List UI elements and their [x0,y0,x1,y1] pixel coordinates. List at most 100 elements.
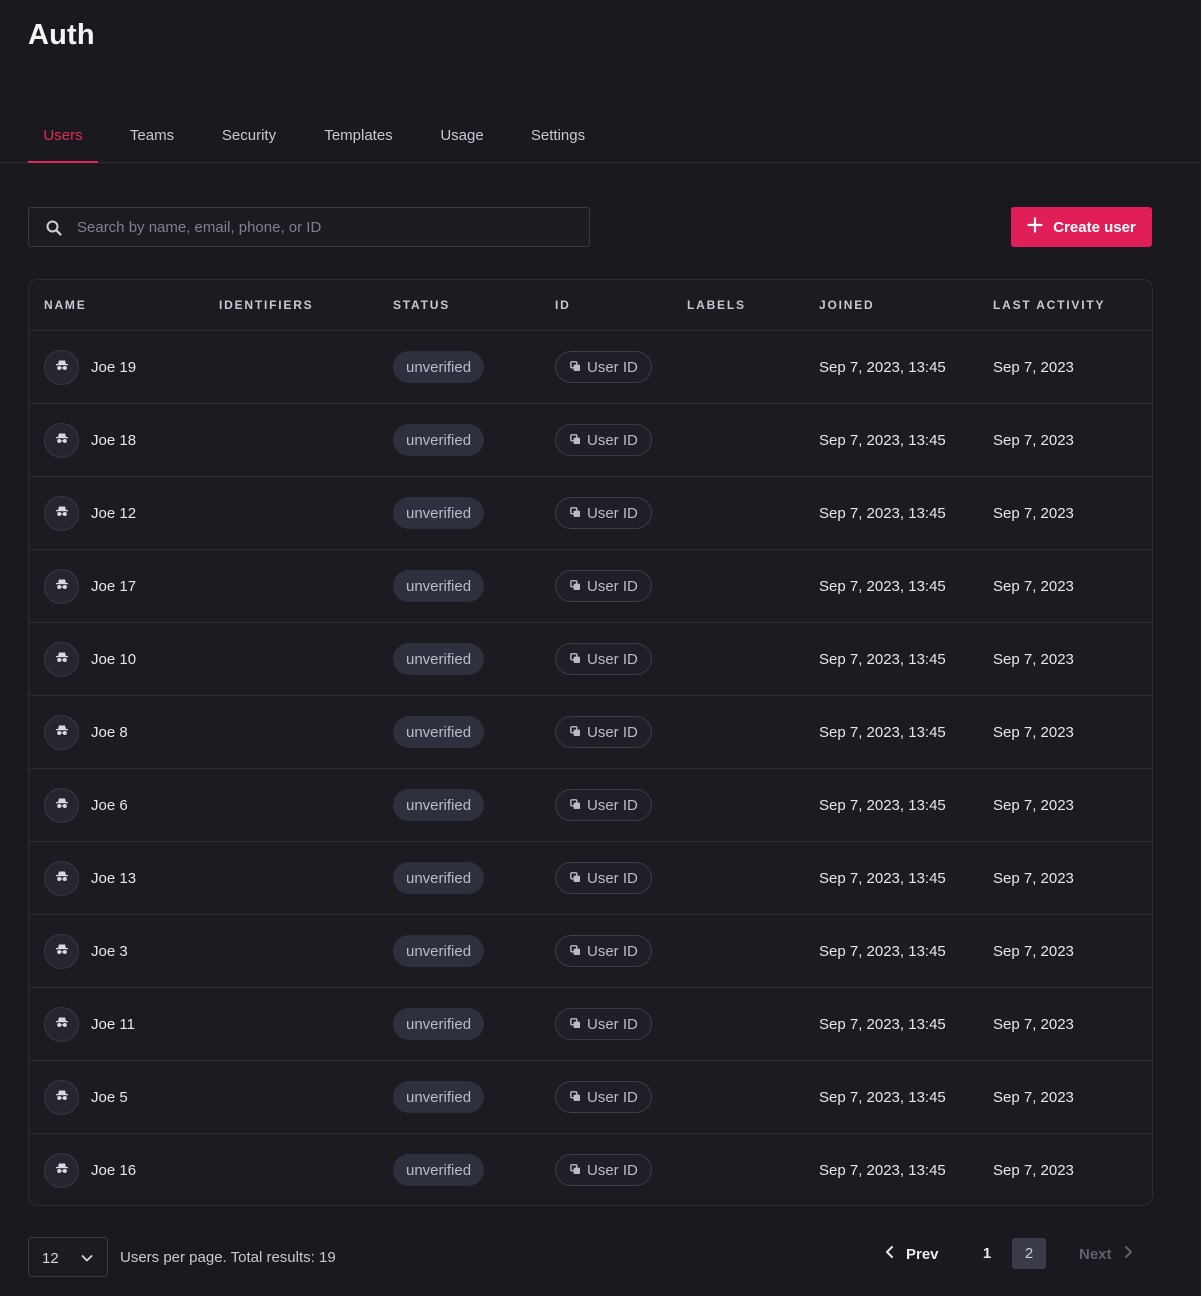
copy-user-id-button[interactable]: User ID [555,497,652,529]
joined-date: Sep 7, 2023, 13:45 [819,1016,946,1033]
copy-icon [570,432,581,449]
last-activity-date: Sep 7, 2023 [993,1016,1074,1033]
column-header-joined: Joined [819,298,875,312]
copy-user-id-button[interactable]: User ID [555,351,652,383]
user-name: Joe 5 [91,1089,128,1106]
avatar [44,569,79,604]
user-id-label: User ID [587,1088,638,1106]
last-activity-date: Sep 7, 2023 [993,432,1074,449]
incognito-icon [55,431,69,450]
table-row[interactable]: Joe 16 unverified User ID Sep 7, 2023, 13:4… [29,1134,1152,1205]
page-button-1[interactable]: 1 [970,1238,1004,1269]
user-id-label: User ID [587,1161,638,1179]
tab-security[interactable]: Security [213,108,285,162]
table-row[interactable]: Joe 12 unverified User ID Sep 7, 2023, 13:4… [29,477,1152,550]
user-name: Joe 6 [91,797,128,814]
copy-icon [570,724,581,741]
status-badge: unverified [393,643,485,675]
incognito-icon [55,723,69,742]
avatar [44,350,79,385]
incognito-icon [55,650,69,669]
next-page-button[interactable]: Next [1079,1244,1134,1264]
copy-icon [570,651,581,668]
copy-user-id-button[interactable]: User ID [555,1081,652,1113]
per-page-select[interactable]: 12 [28,1237,108,1277]
copy-user-id-button[interactable]: User ID [555,789,652,821]
user-id-label: User ID [587,504,638,522]
user-name: Joe 10 [91,651,137,668]
copy-user-id-button[interactable]: User ID [555,570,652,602]
user-id-label: User ID [587,942,638,960]
joined-date: Sep 7, 2023, 13:45 [819,578,946,595]
tab-teams[interactable]: Teams [122,108,182,162]
status-badge: unverified [393,716,485,748]
copy-user-id-button[interactable]: User ID [555,716,652,748]
copy-user-id-button[interactable]: User ID [555,643,652,675]
incognito-icon [55,1088,69,1107]
tab-usage[interactable]: Usage [433,108,491,162]
table-row[interactable]: Joe 8 unverified User ID Sep 7, 2023, 13:45… [29,696,1152,769]
column-header-status: Status [393,298,451,312]
joined-date: Sep 7, 2023, 13:45 [819,724,946,741]
table-row[interactable]: Joe 13 unverified User ID Sep 7, 2023, 13:4… [29,842,1152,915]
joined-date: Sep 7, 2023, 13:45 [819,651,946,668]
user-name: Joe 16 [91,1162,137,1179]
avatar [44,1153,79,1188]
user-id-label: User ID [587,796,638,814]
tab-users[interactable]: Users [28,108,98,163]
copy-icon [570,870,581,887]
joined-date: Sep 7, 2023, 13:45 [819,797,946,814]
avatar [44,934,79,969]
prev-page-button[interactable]: Prev [884,1244,939,1264]
create-user-button[interactable]: Create user [1011,207,1152,247]
auth-users-page: Auth Users Teams Security Templates Usag… [0,0,1201,1296]
avatar [44,496,79,531]
user-name: Joe 17 [91,578,137,595]
last-activity-date: Sep 7, 2023 [993,359,1074,376]
search-input[interactable] [77,208,577,246]
copy-icon [570,1016,581,1033]
copy-user-id-button[interactable]: User ID [555,1008,652,1040]
user-id-label: User ID [587,358,638,376]
user-id-label: User ID [587,1015,638,1033]
page-button-2[interactable]: 2 [1012,1238,1046,1269]
last-activity-date: Sep 7, 2023 [993,1162,1074,1179]
table-row[interactable]: Joe 5 unverified User ID Sep 7, 2023, 13:45… [29,1061,1152,1134]
chevron-down-icon [80,1251,94,1270]
copy-icon [570,359,581,376]
tab-settings[interactable]: Settings [522,108,594,162]
joined-date: Sep 7, 2023, 13:45 [819,943,946,960]
table-row[interactable]: Joe 10 unverified User ID Sep 7, 2023, 13:4… [29,623,1152,696]
status-badge: unverified [393,497,485,529]
plus-icon [1027,217,1043,237]
copy-user-id-button[interactable]: User ID [555,935,652,967]
table-row[interactable]: Joe 11 unverified User ID Sep 7, 2023, 13:4… [29,988,1152,1061]
copy-user-id-button[interactable]: User ID [555,424,652,456]
copy-user-id-button[interactable]: User ID [555,1154,652,1186]
incognito-icon [55,869,69,888]
incognito-icon [55,796,69,815]
column-header-identifiers: Identifiers [219,298,314,312]
user-name: Joe 19 [91,359,137,376]
copy-icon [570,505,581,522]
copy-user-id-button[interactable]: User ID [555,862,652,894]
status-badge: unverified [393,1154,485,1186]
status-badge: unverified [393,1081,485,1113]
tab-templates[interactable]: Templates [316,108,401,162]
table-row[interactable]: Joe 19 unverified User ID Sep 7, 2023, 13:4… [29,331,1152,404]
column-header-labels: Labels [687,298,746,312]
incognito-icon [55,577,69,596]
status-badge: unverified [393,424,485,456]
table-row[interactable]: Joe 17 unverified User ID Sep 7, 2023, 13:4… [29,550,1152,623]
incognito-icon [55,504,69,523]
search-box [28,207,590,247]
per-page-value: 12 [42,1250,59,1267]
table-row[interactable]: Joe 3 unverified User ID Sep 7, 2023, 13:45… [29,915,1152,988]
table-row[interactable]: Joe 18 unverified User ID Sep 7, 2023, 13:4… [29,404,1152,477]
joined-date: Sep 7, 2023, 13:45 [819,1162,946,1179]
status-badge: unverified [393,351,485,383]
table-row[interactable]: Joe 6 unverified User ID Sep 7, 2023, 13:45… [29,769,1152,842]
user-id-label: User ID [587,869,638,887]
status-badge: unverified [393,935,485,967]
last-activity-date: Sep 7, 2023 [993,870,1074,887]
